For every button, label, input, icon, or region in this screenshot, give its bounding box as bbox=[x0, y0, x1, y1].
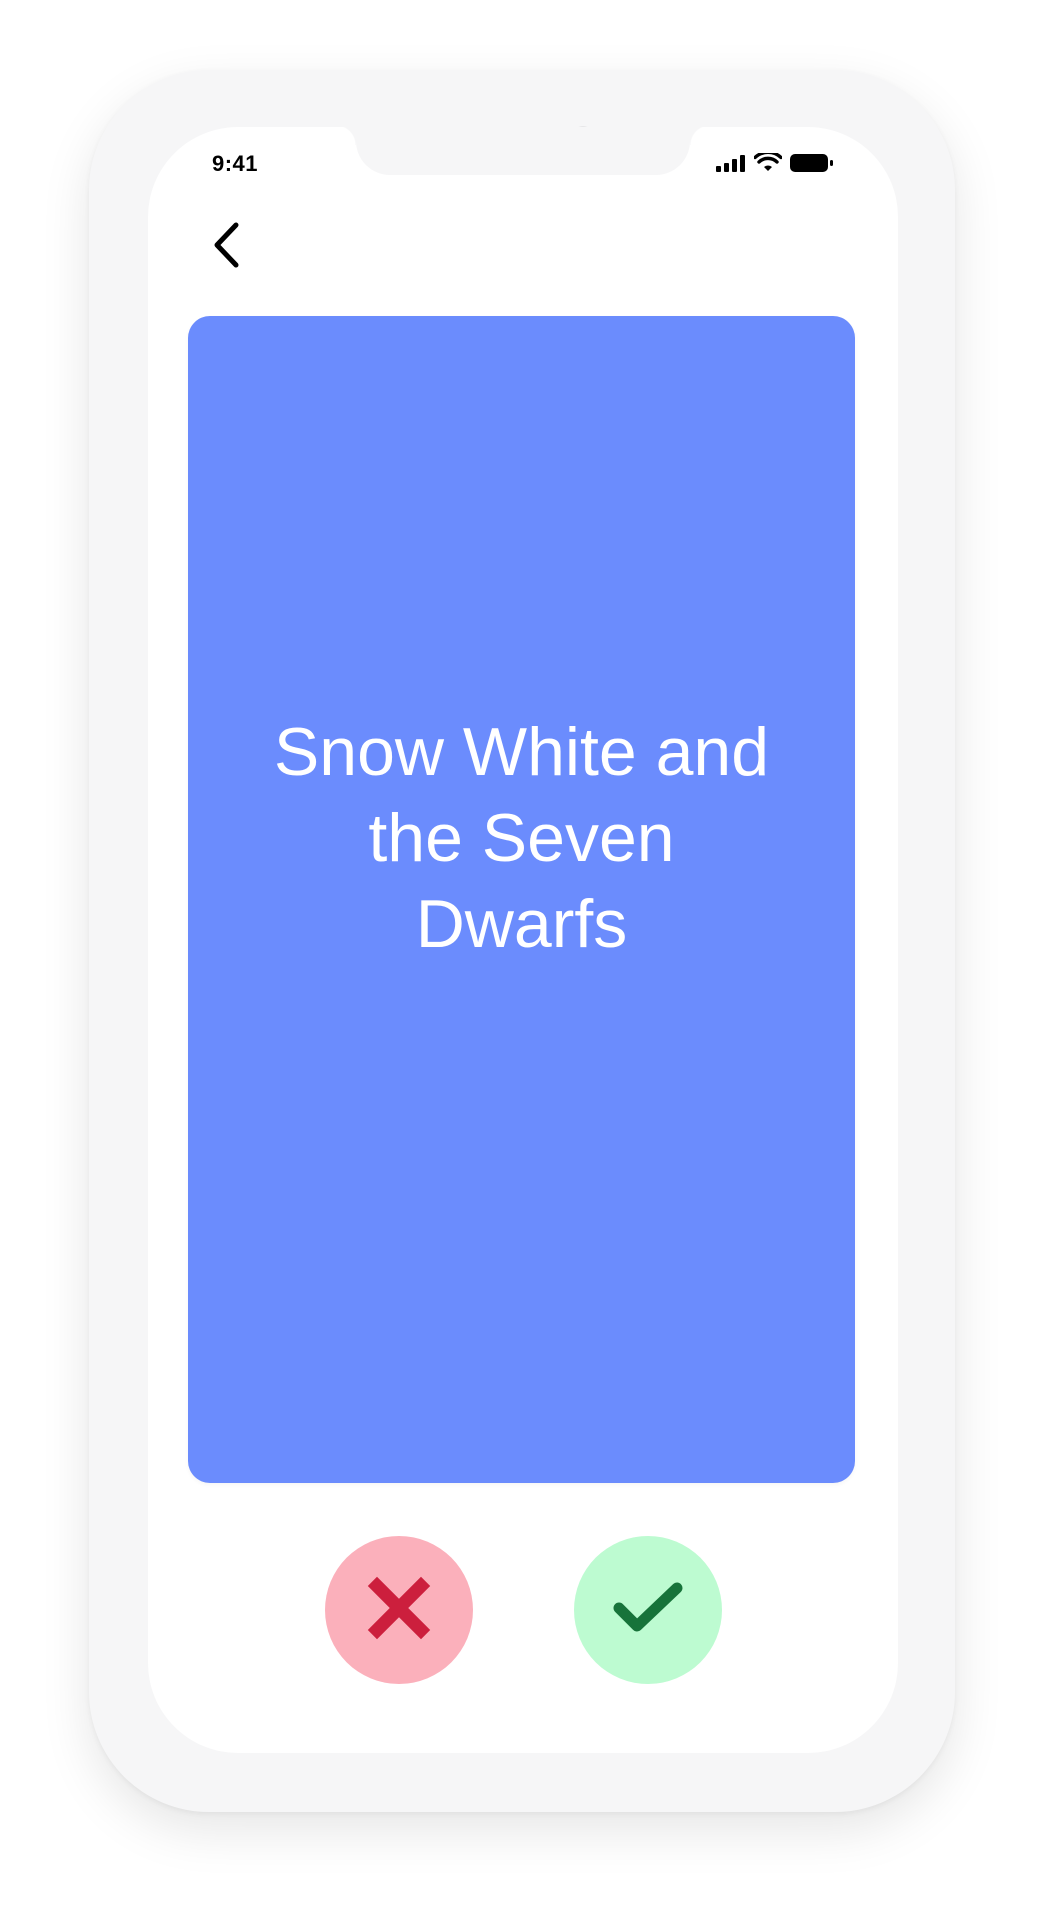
checkmark-icon bbox=[613, 1580, 683, 1641]
close-icon bbox=[367, 1576, 431, 1645]
back-button[interactable] bbox=[204, 217, 248, 277]
wifi-icon bbox=[754, 153, 782, 173]
status-icons bbox=[716, 153, 834, 173]
cellular-signal-icon bbox=[716, 154, 746, 172]
accept-button[interactable] bbox=[574, 1536, 722, 1684]
flashcard[interactable]: Snow White and the Seven Dwarfs bbox=[188, 316, 855, 1483]
battery-icon bbox=[790, 153, 834, 173]
phone-notch bbox=[336, 127, 710, 175]
chevron-left-icon bbox=[212, 222, 240, 273]
reject-button[interactable] bbox=[325, 1536, 473, 1684]
status-time: 9:41 bbox=[212, 151, 259, 176]
app-stage: 9:41 Snow White and the Seven Dwarfs bbox=[0, 0, 1046, 1920]
phone-screen: 9:41 Snow White and the Seven Dwarfs bbox=[148, 127, 898, 1753]
flashcard-text: Snow White and the Seven Dwarfs bbox=[273, 713, 770, 962]
